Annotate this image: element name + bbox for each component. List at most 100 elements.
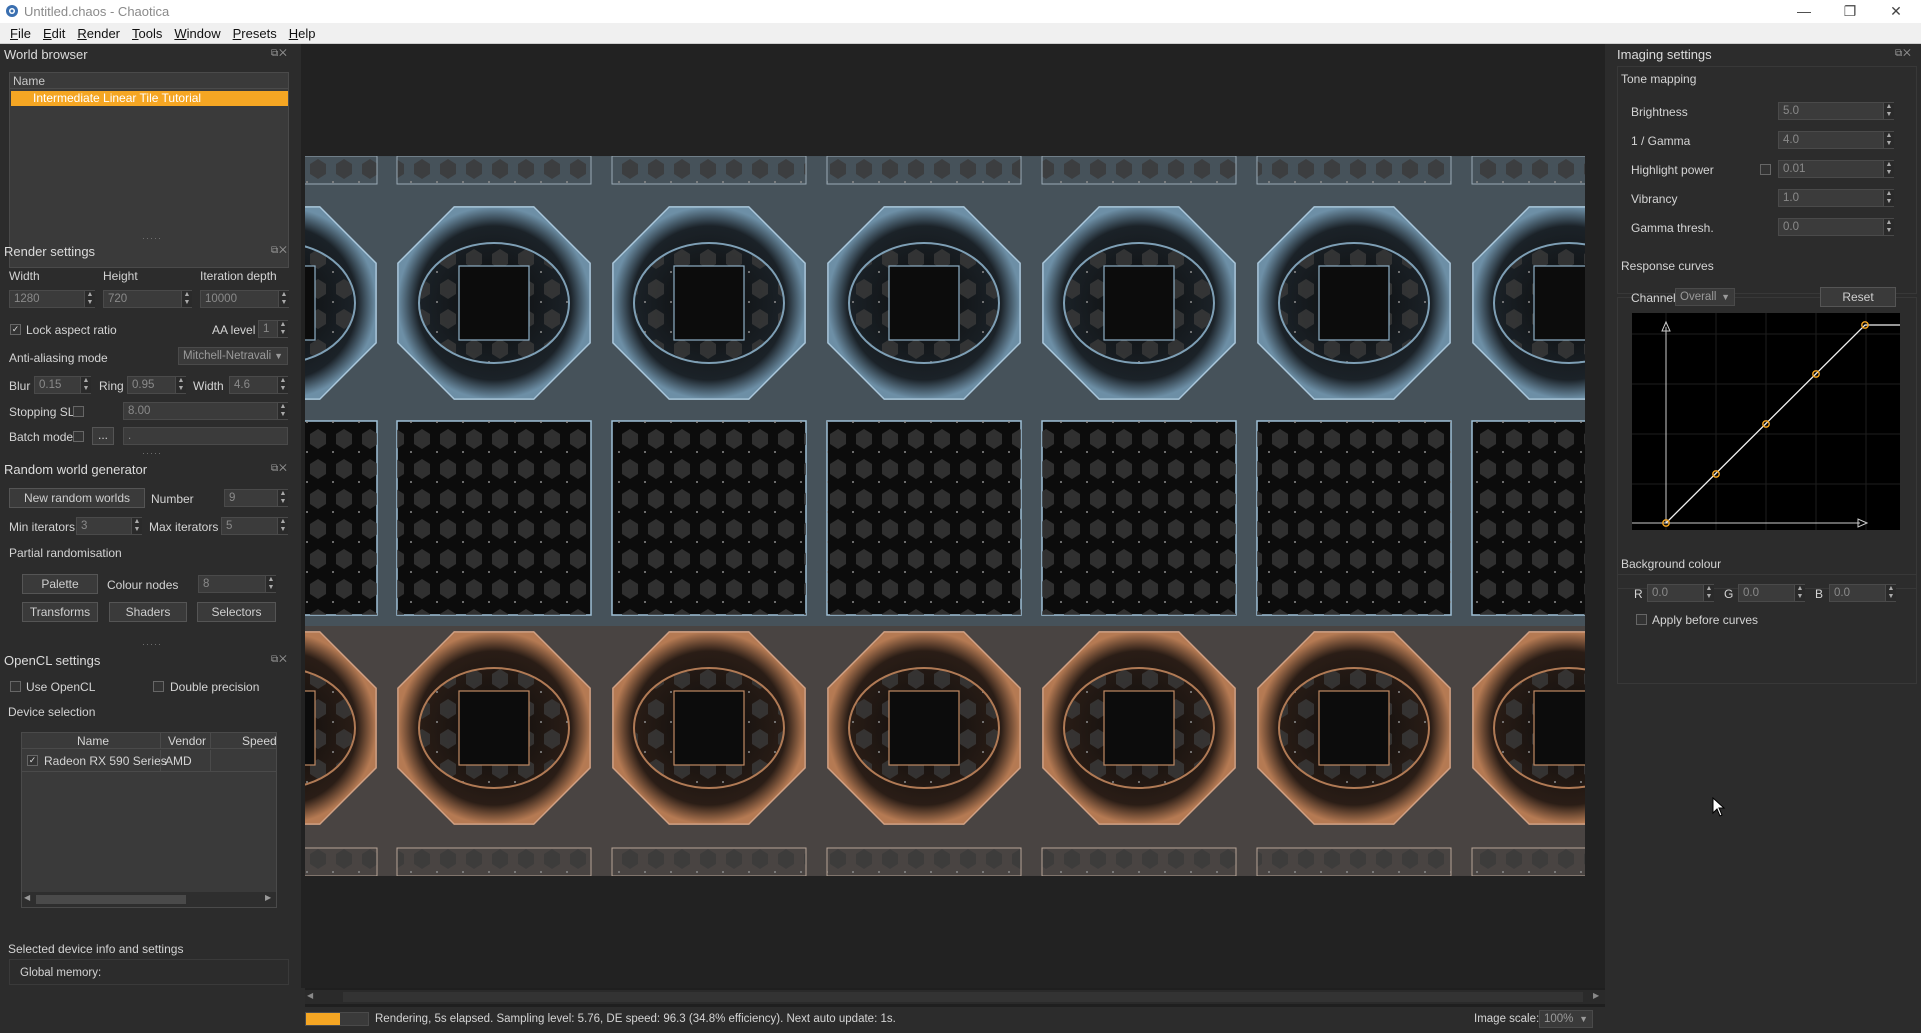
column-vendor[interactable]: Vendor [168,734,206,748]
status-bar: Rendering, 5s elapsed. Sampling level: 5… [301,1007,1605,1033]
aa-level-spinner[interactable]: ▲ ▼ [277,321,288,337]
menu-edit[interactable]: Edit [37,23,71,44]
min-iterators-spinner[interactable]: ▲ ▼ [131,518,142,534]
height-input[interactable]: 720 [103,290,192,308]
splitter-grip[interactable]: ····· [142,233,162,243]
device-checkbox[interactable]: ✓ [27,755,38,766]
image-scale-label: Image scale: [1474,1013,1540,1025]
brightness-label: Brightness [1631,105,1688,119]
dock-float-close-icon[interactable]: ⧉✕ [1895,48,1912,59]
width-spinner[interactable]: ▲ ▼ [84,291,95,307]
menu-file[interactable]: File [4,23,37,44]
dock-float-close-icon[interactable]: ⧉✕ [271,463,288,474]
render-tile-square [1041,156,1237,185]
render-tile-square [305,847,378,876]
ring-spinner[interactable]: ▲ ▼ [175,377,186,393]
close-icon[interactable]: ✕ [1873,0,1919,23]
batch-path-input[interactable]: . [123,427,288,445]
world-list-header[interactable]: Name [10,73,288,89]
menu-help[interactable]: Help [283,23,322,44]
new-random-worlds-button[interactable]: New random worlds [9,488,145,508]
dock-float-close-icon[interactable]: ⧉✕ [271,245,288,256]
gamma-thresh-spinner[interactable]: ▲ ▼ [1883,219,1894,235]
colour-nodes-spinner[interactable]: ▲ ▼ [265,576,276,592]
use-opencl-checkbox[interactable] [10,681,21,692]
palette-button[interactable]: Palette [22,574,98,594]
scroll-right-icon[interactable]: ▶ [265,893,271,902]
double-precision-checkbox[interactable] [153,681,164,692]
g-label: G [1724,587,1734,601]
r-spinner[interactable]: ▲ ▼ [1703,585,1714,601]
restore-icon[interactable]: ❐ [1827,0,1873,23]
dock-float-close-icon[interactable]: ⧉✕ [271,654,288,665]
stopping-sl-checkbox[interactable] [73,406,84,417]
viewport-scrollbar[interactable]: ◀ ▶ [305,990,1605,1004]
horizontal-scrollbar[interactable]: ◀ ▶ [22,892,276,907]
lock-aspect-checkbox[interactable]: ✓ [10,324,21,335]
world-list-selected-item[interactable]: Intermediate Linear Tile Tutorial [11,91,288,106]
dock-float-close-icon[interactable]: ⧉✕ [271,48,288,59]
menu-presets[interactable]: Presets [227,23,283,44]
blur-spinner[interactable]: ▲ ▼ [80,377,91,393]
scroll-right-icon[interactable]: ▶ [1593,991,1599,1000]
reset-button[interactable]: Reset [1820,287,1896,307]
number-spinner[interactable]: ▲ ▼ [277,490,288,506]
highlight-power-input[interactable]: 0.01 [1778,160,1894,178]
scroll-left-icon[interactable]: ◀ [307,991,313,1000]
filter-width-spinner[interactable]: ▲ ▼ [277,377,288,393]
image-scale-dropdown[interactable]: 100% ▼ [1539,1010,1593,1028]
max-iterators-spinner[interactable]: ▲ ▼ [277,518,288,534]
highlight-power-spinner[interactable]: ▲ ▼ [1883,161,1894,177]
stopping-sl-spinner[interactable]: ▲ ▼ [277,403,288,419]
stopping-sl-input[interactable]: 8.00 [123,402,288,420]
scroll-left-icon[interactable]: ◀ [24,893,30,902]
scrollbar-thumb[interactable] [36,895,186,904]
iteration-depth-input[interactable]: 10000 [200,290,289,308]
aa-mode-dropdown[interactable]: Mitchell-Netravali ▼ [178,347,288,365]
menu-tools[interactable]: Tools [126,23,168,44]
mouse-cursor-icon [1712,797,1726,817]
highlight-power-label: Highlight power [1631,163,1714,177]
batch-mode-checkbox[interactable] [73,431,84,442]
channel-value: Overall [1680,291,1717,303]
transforms-button[interactable]: Transforms [22,602,98,622]
gamma-input[interactable]: 4.0 [1778,131,1894,149]
iteration-depth-spinner[interactable]: ▲ ▼ [278,291,289,307]
width-input[interactable]: 1280 [9,290,95,308]
gamma-spinner[interactable]: ▲ ▼ [1883,132,1894,148]
render-image[interactable] [305,156,1585,876]
min-iterators-label: Min iterators [9,520,76,534]
curve-editor[interactable] [1632,313,1900,530]
splitter-grip[interactable]: ····· [142,448,162,458]
shaders-button[interactable]: Shaders [109,602,187,622]
scrollbar-thumb[interactable] [343,992,1583,1002]
menu-window[interactable]: Window [168,23,226,44]
vibrancy-spinner[interactable]: ▲ ▼ [1883,190,1894,206]
render-tile-pattern [397,421,591,615]
render-tile-sphere-window [673,265,745,341]
channel-dropdown[interactable]: Overall ▼ [1675,288,1735,306]
device-table[interactable]: Name Vendor Speed ✓ Radeon RX 590 Series… [21,732,277,908]
height-spinner[interactable]: ▲ ▼ [181,291,192,307]
brightness-input[interactable]: 5.0 [1778,102,1894,120]
highlight-power-checkbox[interactable] [1760,164,1771,175]
gamma-thresh-input[interactable]: 0.0 [1778,218,1894,236]
device-info-label: Selected device info and settings [8,942,184,956]
blur-label: Blur [9,379,31,393]
column-name[interactable]: Name [77,734,109,748]
column-speed[interactable]: Speed [242,734,277,748]
max-iterators-label: Max iterators [149,520,219,534]
brightness-spinner[interactable]: ▲ ▼ [1883,103,1894,119]
device-name: Radeon RX 590 Series [44,754,167,768]
minimize-icon[interactable]: — [1781,0,1827,23]
splitter-grip[interactable]: ····· [142,639,162,649]
g-spinner[interactable]: ▲ ▼ [1794,585,1805,601]
b-spinner[interactable]: ▲ ▼ [1885,585,1896,601]
selectors-button[interactable]: Selectors [197,602,276,622]
batch-browse-button[interactable]: ... [92,427,114,445]
menu-render[interactable]: Render [71,23,126,44]
render-viewport[interactable]: ◀ ▶ [301,44,1605,1004]
table-row[interactable]: ✓ Radeon RX 590 Series AMD [22,750,276,772]
vibrancy-input[interactable]: 1.0 [1778,189,1894,207]
apply-before-curves-checkbox[interactable] [1636,614,1647,625]
